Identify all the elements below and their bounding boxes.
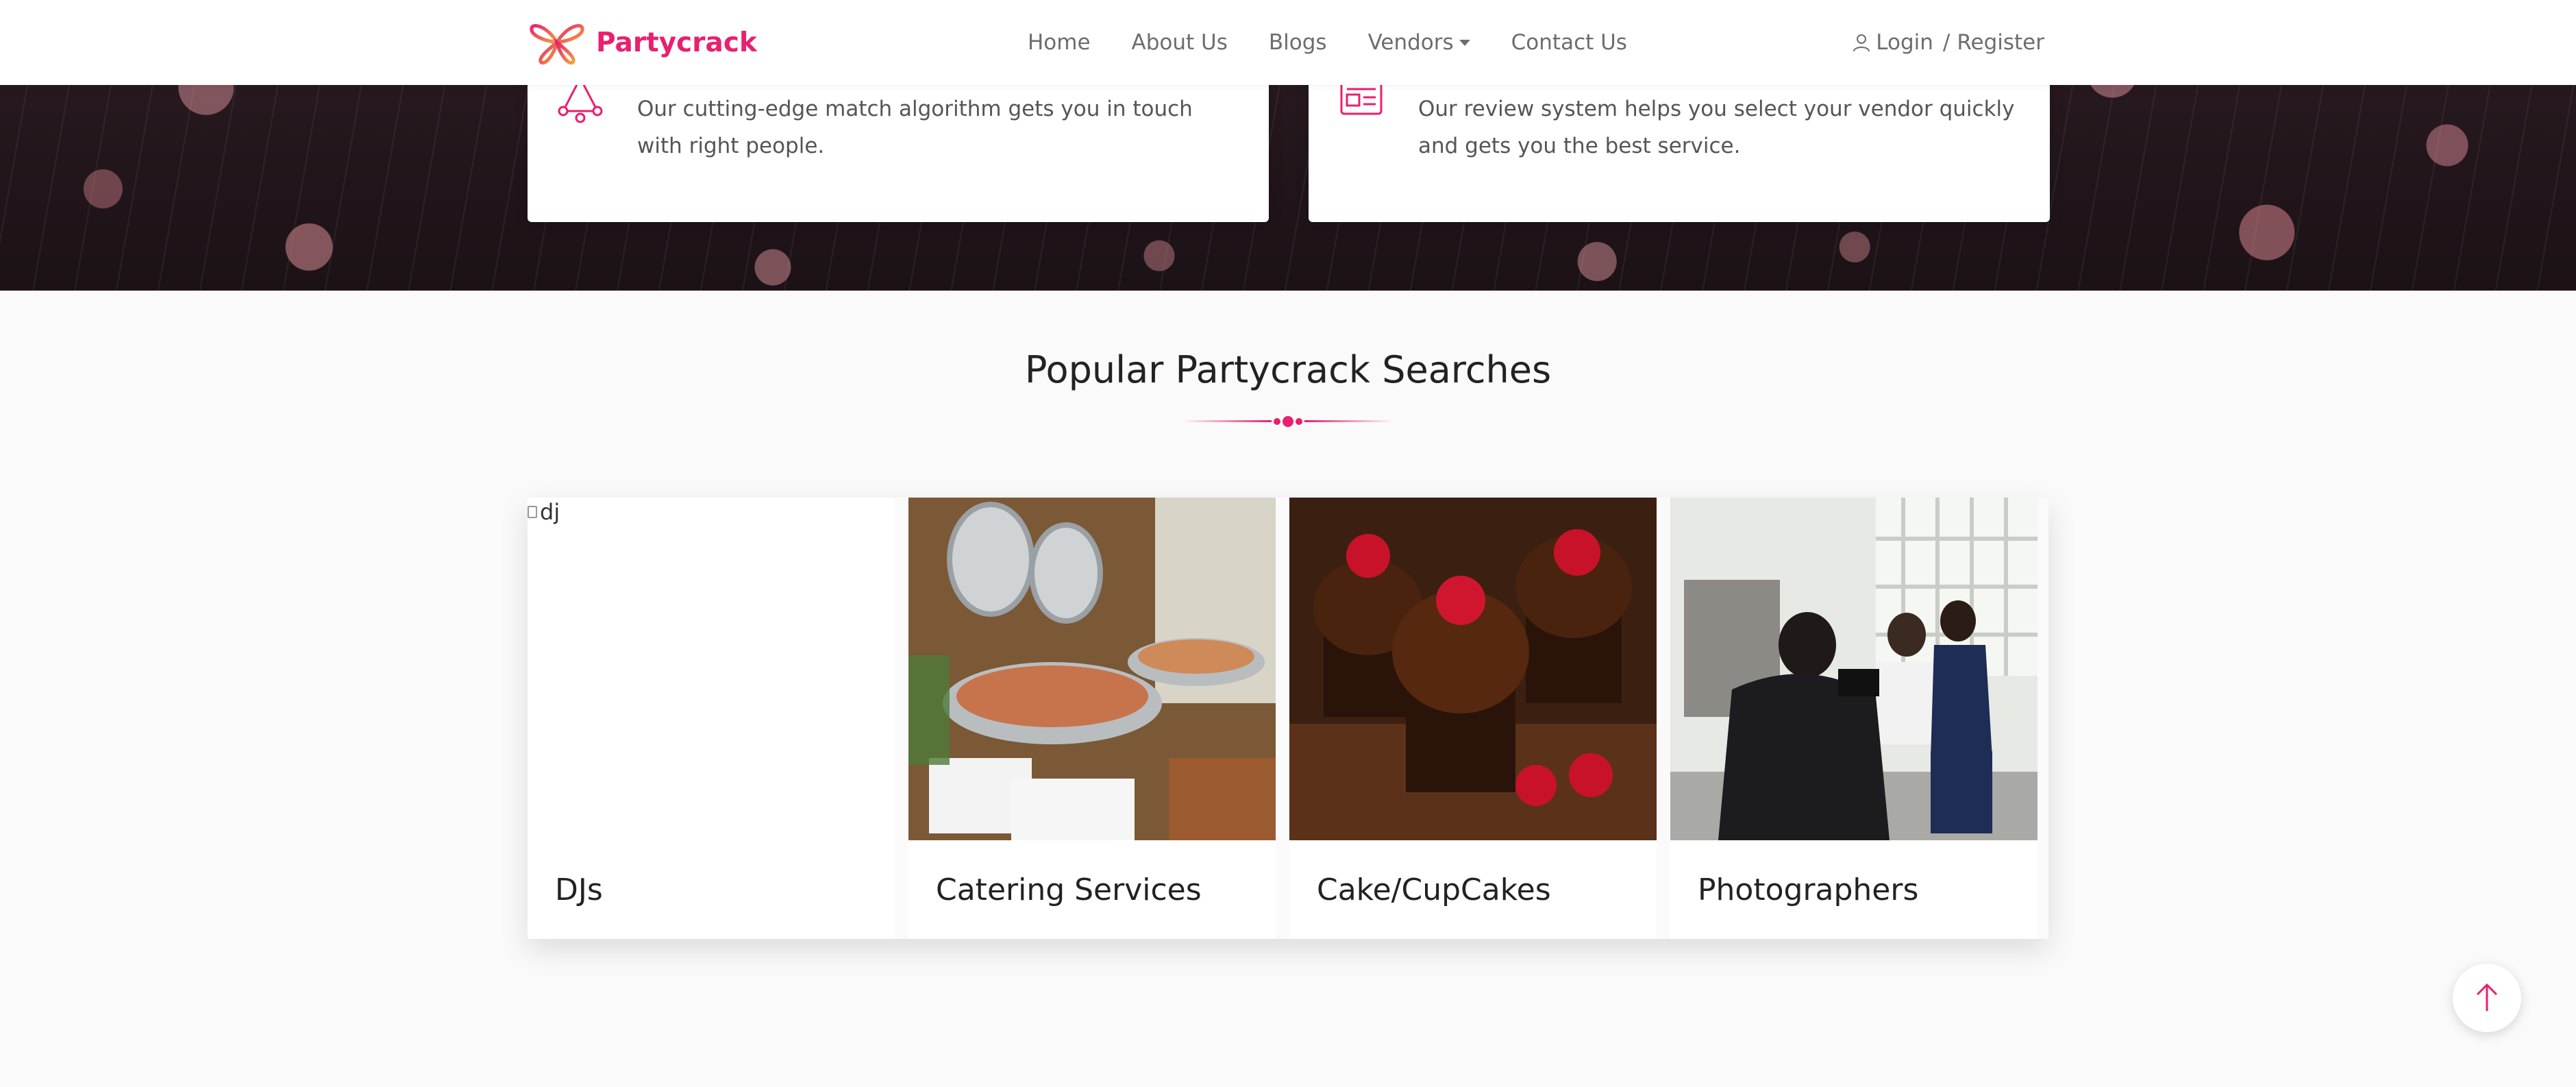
auth-links: Login / Register [1851,0,2044,85]
card-cake-cupcakes[interactable]: Cake/CupCakes [1289,498,1657,939]
back-to-top-button[interactable] [2453,964,2521,1032]
butterfly-logo-icon [530,24,584,65]
user-icon [1853,34,1870,52]
login-link[interactable]: Login [1876,30,1933,55]
photographer-illustration [1670,498,2038,840]
brand-name: Partycrack [596,27,757,58]
nav-home[interactable]: Home [1028,30,1091,55]
title-divider-ornament [1182,416,1394,427]
card-catering-services[interactable]: Catering Services [908,498,1276,939]
section-title: Popular Partycrack Searches [1024,348,1552,391]
arrow-up-icon [2476,983,2498,1011]
card-image-dj: dj [528,498,895,840]
card-title: Photographers [1698,872,1919,907]
popular-searches-cards: dj DJs Catering Services Cake/CupCakes P… [528,498,2048,939]
card-djs[interactable]: dj DJs [528,498,895,939]
card-title: DJs [555,872,603,907]
register-link[interactable]: Register [1957,30,2044,55]
feature-text-review: Our review system helps you select your … [1418,97,2015,158]
broken-image-icon: dj [528,498,895,525]
card-photographers[interactable]: Photographers [1670,498,2038,939]
broken-image-glyph [528,506,537,518]
card-image-catering [908,498,1276,840]
card-title: Catering Services [936,872,1202,907]
card-image-cupcakes [1289,498,1657,840]
brand-link[interactable]: Partycrack [528,18,757,67]
auth-separator: / [1942,30,1950,55]
card-image-alt: dj [540,499,560,525]
main-nav: Home About Us Blogs Vendors Contact Us [1028,0,1668,85]
feature-text-match: Our cutting-edge match algorithm gets yo… [637,97,1193,158]
nav-about-us[interactable]: About Us [1132,30,1228,55]
nav-vendors-label: Vendors [1367,30,1454,55]
nav-vendors-dropdown[interactable]: Vendors [1368,30,1470,55]
navbar: Partycrack Home About Us Blogs Vendors C… [0,0,2576,85]
nav-blogs[interactable]: Blogs [1269,30,1327,55]
caret-down-icon [1459,39,1470,46]
nav-contact-us[interactable]: Contact Us [1511,30,1627,55]
card-title: Cake/CupCakes [1317,872,1551,907]
card-image-photographers [1670,498,2038,840]
catering-illustration [908,498,1276,840]
cupcakes-illustration [1289,498,1657,840]
